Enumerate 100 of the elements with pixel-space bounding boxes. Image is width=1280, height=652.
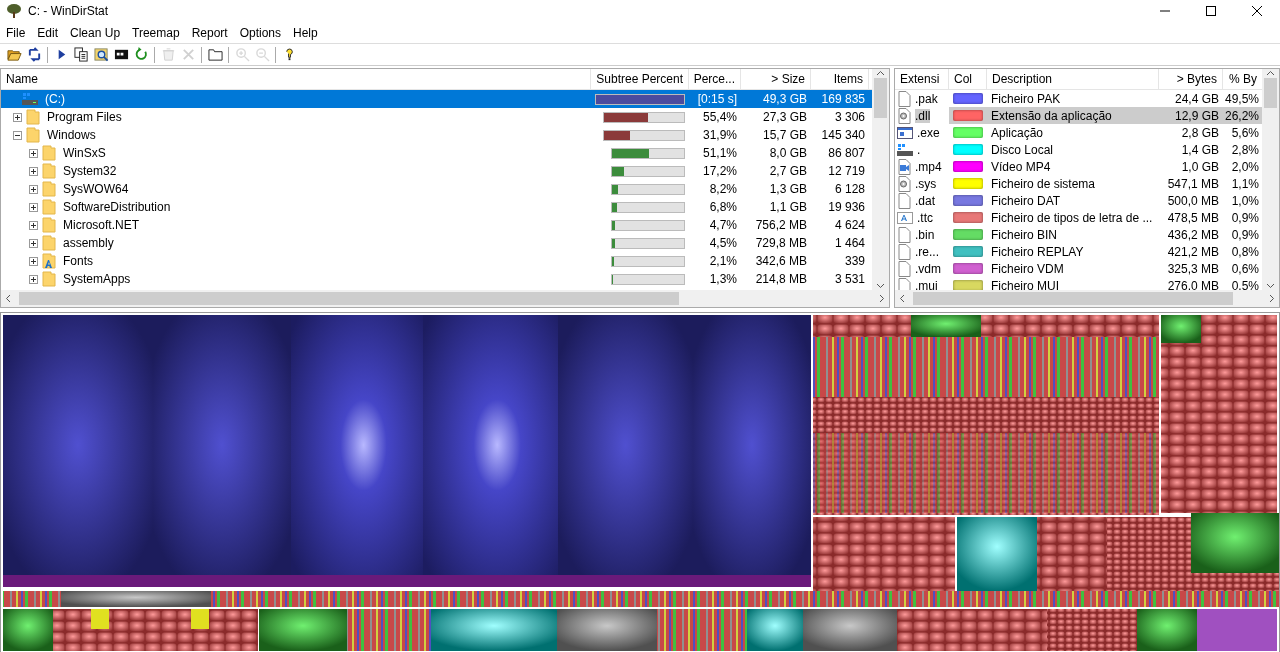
extension-row[interactable]: .dll Extensão da aplicação 12,9 GB 26,2% xyxy=(895,107,1262,124)
percent-cell-text: 6,8% xyxy=(708,199,738,216)
horizontal-scrollbar[interactable] xyxy=(895,290,1279,307)
tree-row[interactable]: System32 17,2% 2,7 GB 12 719 xyxy=(1,162,872,180)
tree-row[interactable]: Microsoft.NET 4,7% 756,2 MB 4 624 xyxy=(1,216,872,234)
column-header[interactable]: Perce... xyxy=(689,69,741,89)
tree-row[interactable]: (C:) [0:15 s] 49,3 GB 169 835 xyxy=(1,90,872,108)
expand-icon[interactable] xyxy=(29,148,38,158)
chevron-right-icon[interactable] xyxy=(1267,294,1276,303)
expand-icon[interactable] xyxy=(29,202,38,212)
expand-icon[interactable] xyxy=(29,238,38,248)
search-icon xyxy=(93,47,109,62)
items-cell-text: 4 624 xyxy=(833,217,866,234)
tree-row[interactable]: SysWOW64 8,2% 1,3 GB 6 128 xyxy=(1,180,872,198)
folder-icon xyxy=(42,271,56,287)
menu-item[interactable]: File xyxy=(0,25,32,40)
column-header[interactable]: Items xyxy=(811,69,869,89)
expand-icon[interactable] xyxy=(29,184,38,194)
size-cell-text: 1,3 GB xyxy=(768,181,808,198)
extension-cell: .exe xyxy=(917,125,940,140)
expand-icon[interactable] xyxy=(29,274,38,284)
percent-cell-text: 5,6% xyxy=(1230,124,1260,141)
column-header[interactable]: Extensi xyxy=(895,69,949,89)
copy-icon xyxy=(73,47,89,62)
chevron-left-icon[interactable] xyxy=(898,294,907,303)
menu-item[interactable]: Treemap xyxy=(126,25,186,40)
gear-file-icon xyxy=(897,175,911,192)
chevron-right-icon[interactable] xyxy=(877,294,886,303)
chevron-down-icon[interactable] xyxy=(876,281,885,290)
bytes-cell-text: 436,2 MB xyxy=(1166,226,1220,243)
folder-name: System32 xyxy=(62,164,118,178)
folder-name: SystemApps xyxy=(62,272,132,286)
percent-cell-text: 17,2% xyxy=(701,163,738,180)
extension-cell: .mp4 xyxy=(915,159,942,174)
collapse-icon[interactable] xyxy=(13,130,22,140)
percent-cell-text: 0,9% xyxy=(1230,226,1260,243)
vertical-scrollbar[interactable] xyxy=(872,69,889,290)
extension-cell: .dat xyxy=(915,193,935,208)
extension-row[interactable]: .dat Ficheiro DAT 500,0 MB 1,0% xyxy=(895,192,1262,209)
percent-cell-text: 8,2% xyxy=(708,181,738,198)
extension-row[interactable]: .exe Aplicação 2,8 GB 5,6% xyxy=(895,124,1262,141)
expand-icon[interactable] xyxy=(29,220,38,230)
extension-row[interactable]: .ttc Ficheiro de tipos de letra de ... 478,5 MB 0,9% xyxy=(895,209,1262,226)
extension-row[interactable]: .bin Ficheiro BIN 436,2 MB 0,9% xyxy=(895,226,1262,243)
column-header[interactable]: Subtree Percent xyxy=(591,69,689,89)
column-header[interactable]: Description xyxy=(987,69,1159,89)
extension-cell: .bin xyxy=(915,227,935,242)
tree-row[interactable]: WinSxS 51,1% 8,0 GB 86 807 xyxy=(1,144,872,162)
tree-row[interactable]: SystemApps 1,3% 214,8 MB 3 531 xyxy=(1,270,872,288)
percent-cell-text: 31,9% xyxy=(701,127,738,144)
extension-cell: .vdm xyxy=(915,261,941,276)
chevron-left-icon[interactable] xyxy=(4,294,13,303)
items-cell-text: 86 807 xyxy=(827,145,866,162)
tree-row[interactable]: SoftwareDistribution 6,8% 1,1 GB 19 936 xyxy=(1,198,872,216)
percent-cell-text: 0,9% xyxy=(1230,209,1260,226)
scrollbar-thumb[interactable] xyxy=(1264,78,1277,108)
items-cell-text: 3 306 xyxy=(833,109,866,126)
vertical-scrollbar[interactable] xyxy=(1262,69,1279,290)
column-header[interactable]: > Bytes xyxy=(1159,69,1223,89)
extension-cell: .sys xyxy=(915,176,937,191)
horizontal-scrollbar[interactable] xyxy=(1,290,889,307)
percent-cell-text: 2,8% xyxy=(1230,141,1260,158)
bytes-cell: 12,9 GB xyxy=(1159,107,1223,124)
extension-row[interactable]: .re... Ficheiro REPLAY 421,2 MB 0,8% xyxy=(895,243,1262,260)
expand-icon[interactable] xyxy=(29,166,38,176)
folder-name: SysWOW64 xyxy=(62,182,130,196)
description-cell-text: Ficheiro PAK xyxy=(990,90,1062,107)
toolbar-button[interactable] xyxy=(71,44,91,65)
column-header[interactable]: > Size xyxy=(741,69,811,89)
menu-item[interactable]: Edit xyxy=(31,25,65,40)
scrollbar-thumb[interactable] xyxy=(874,78,887,118)
menu-item[interactable]: Options xyxy=(233,25,288,40)
extension-row[interactable]: . Disco Local 1,4 GB 2,8% xyxy=(895,141,1262,158)
percent-cell-text: 51,1% xyxy=(701,145,738,162)
tree-row[interactable]: assembly 4,5% 729,8 MB 1 464 xyxy=(1,234,872,252)
scrollbar-thumb[interactable] xyxy=(913,292,1233,305)
extension-row[interactable]: .pak Ficheiro PAK 24,4 GB 49,5% xyxy=(895,90,1262,107)
expand-icon[interactable] xyxy=(13,112,22,122)
extension-row[interactable]: .sys Ficheiro de sistema 547,1 MB 1,1% xyxy=(895,175,1262,192)
menu-item[interactable]: Clean Up xyxy=(64,25,127,40)
folder-icon xyxy=(26,109,40,125)
chevron-up-icon[interactable] xyxy=(1266,69,1275,78)
bytes-cell-text: 325,3 MB xyxy=(1166,260,1220,277)
scrollbar-thumb[interactable] xyxy=(19,292,679,305)
folder-name: (C:) xyxy=(44,92,66,106)
column-header[interactable]: Name xyxy=(1,69,591,89)
extension-row[interactable]: .vdm Ficheiro VDM 325,3 MB 0,6% xyxy=(895,260,1262,277)
menu-item[interactable]: Help xyxy=(287,25,324,40)
tree-row[interactable]: Windows 31,9% 15,7 GB 145 340 xyxy=(1,126,872,144)
tree-row[interactable]: Fonts 2,1% 342,6 MB 339 xyxy=(1,252,872,270)
terminal-icon xyxy=(113,47,129,62)
column-header[interactable]: Col xyxy=(949,69,987,89)
expand-icon[interactable] xyxy=(29,256,38,266)
tree-row[interactable]: Program Files 55,4% 27,3 GB 3 306 xyxy=(1,108,872,126)
description-cell-text: Ficheiro MUI xyxy=(990,277,1060,290)
menu-item[interactable]: Report xyxy=(185,25,234,40)
folder-icon xyxy=(42,199,56,215)
chevron-down-icon[interactable] xyxy=(1266,281,1275,290)
chevron-up-icon[interactable] xyxy=(876,69,885,78)
extension-row[interactable]: .mp4 Vídeo MP4 1,0 GB 2,0% xyxy=(895,158,1262,175)
